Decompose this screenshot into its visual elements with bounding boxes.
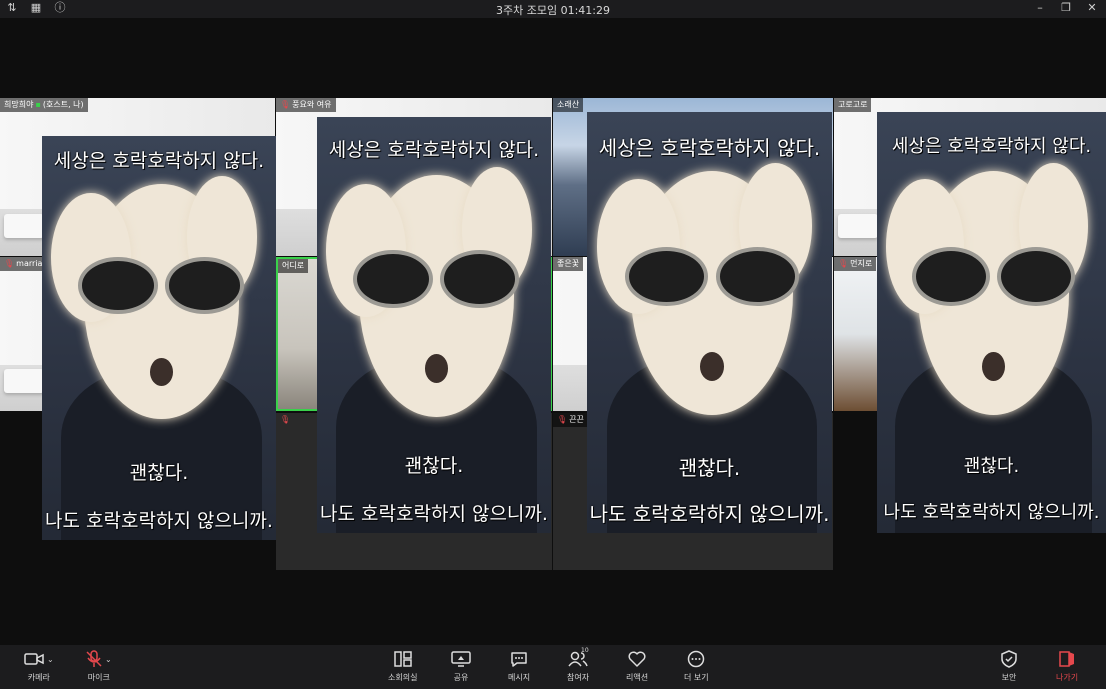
camera-button[interactable]: ⌄ 카메라: [24, 649, 54, 683]
meme-bottom-text: 나도 호락호락하지 않으니까.: [45, 510, 273, 532]
reactions-button[interactable]: 리액션: [626, 649, 648, 683]
minimize-icon[interactable]: –: [1034, 2, 1046, 14]
shield-icon: [1001, 650, 1017, 668]
share-screen-icon: [451, 651, 471, 667]
participant-name: 고로고로: [834, 98, 872, 112]
leave-door-icon: [1059, 651, 1075, 667]
camera-icon: [24, 653, 44, 665]
meme-image: 세상은 호락호락하지 않다. 괜찮다. 나도 호락호락하지 않으니까.: [317, 117, 551, 533]
meme-top-text: 세상은 호락호락하지 않다.: [53, 150, 265, 172]
chat-button[interactable]: 메시지: [508, 649, 530, 683]
meme-mid-text: 괜찮다.: [963, 456, 1020, 477]
meme-image: 세상은 호락호락하지 않다. 괜찮다. 나도 호락호락하지 않으니까.: [877, 112, 1106, 533]
title-bar: ⇅ ▦ ⓘ 3주차 조모임 01:41:29 – ❐ ✕: [0, 0, 1106, 18]
participant-name: 희망희야 ▪ (호스트, 나): [0, 98, 88, 112]
mic-muted-icon: 🎙: [557, 415, 568, 424]
chevron-down-icon[interactable]: ⌄: [105, 655, 112, 664]
participant-name: 🎙 marria: [0, 257, 47, 271]
participants-button[interactable]: 10 참여자: [567, 647, 589, 683]
more-button[interactable]: 더 보기: [684, 649, 709, 683]
participant-name: 좋은꽃: [553, 257, 584, 271]
meme-image: 세상은 호락호락하지 않다. 괜찮다. 나도 호락호락하지 않으니까.: [587, 112, 832, 533]
meme-bottom-text: 나도 호락호락하지 않으니까.: [589, 502, 830, 526]
share-button[interactable]: 공유: [451, 649, 471, 683]
participant-name: 어디로: [278, 259, 309, 273]
mic-muted-icon: 🎙: [4, 259, 15, 268]
video-stage: 희망희야 ▪ (호스트, 나) 🎙 풍요와 여유 소래산 고로고로 🎙 marr…: [0, 18, 1106, 645]
meme-mid-text: 괜찮다.: [678, 456, 741, 480]
chat-icon: [511, 651, 527, 667]
participant-name: 소래산: [553, 98, 584, 112]
restore-icon[interactable]: ❐: [1060, 2, 1072, 14]
meme-mid-text: 괜찮다.: [404, 455, 464, 477]
mic-muted-icon: [86, 650, 102, 667]
breakout-rooms-icon: [393, 651, 412, 667]
meme-bottom-text: 나도 호락호락하지 않으니까.: [320, 503, 548, 525]
window-title: 3주차 조모임 01:41:29: [496, 4, 610, 17]
breakout-rooms-button[interactable]: 소회의실: [388, 649, 417, 683]
mic-muted-icon: 🎙: [838, 259, 849, 268]
meme-top-text: 세상은 호락호락하지 않다.: [891, 136, 1092, 157]
chevron-down-icon[interactable]: ⌄: [47, 655, 54, 664]
mic-muted-icon: 🎙: [280, 415, 291, 424]
more-icon: [688, 650, 705, 668]
participants-count: 10: [581, 647, 589, 654]
meme-bottom-text: 나도 호락호락하지 않으니까.: [883, 502, 1100, 523]
close-icon[interactable]: ✕: [1086, 2, 1098, 14]
security-button[interactable]: 보안: [1001, 649, 1017, 683]
mic-muted-icon: 🎙: [280, 100, 291, 109]
green-shield-icon: ▪: [35, 100, 41, 109]
meme-top-text: 세상은 호락호락하지 않다.: [328, 139, 540, 161]
participant-name: 🎙 끈끈: [553, 413, 588, 427]
participant-name: 🎙 먼지로: [834, 257, 877, 271]
meme-top-text: 세상은 호락호락하지 않다.: [598, 136, 821, 160]
participant-name: 🎙 풍요와 여유: [276, 98, 336, 112]
mic-button[interactable]: ⌄ 마이크: [86, 649, 112, 683]
leave-button[interactable]: 나가기: [1056, 649, 1078, 683]
participant-name: 🎙: [276, 413, 296, 427]
meme-image: 세상은 호락호락하지 않다. 괜찮다. 나도 호락호락하지 않으니까.: [42, 136, 276, 540]
meeting-toolbar: ⌄ 카메라 ⌄ 마이크 소회의실 공유 메시지 10 참여자 리액션 더 보기 …: [0, 645, 1106, 689]
meme-mid-text: 괜찮다.: [129, 462, 189, 484]
heart-icon: [628, 651, 646, 667]
